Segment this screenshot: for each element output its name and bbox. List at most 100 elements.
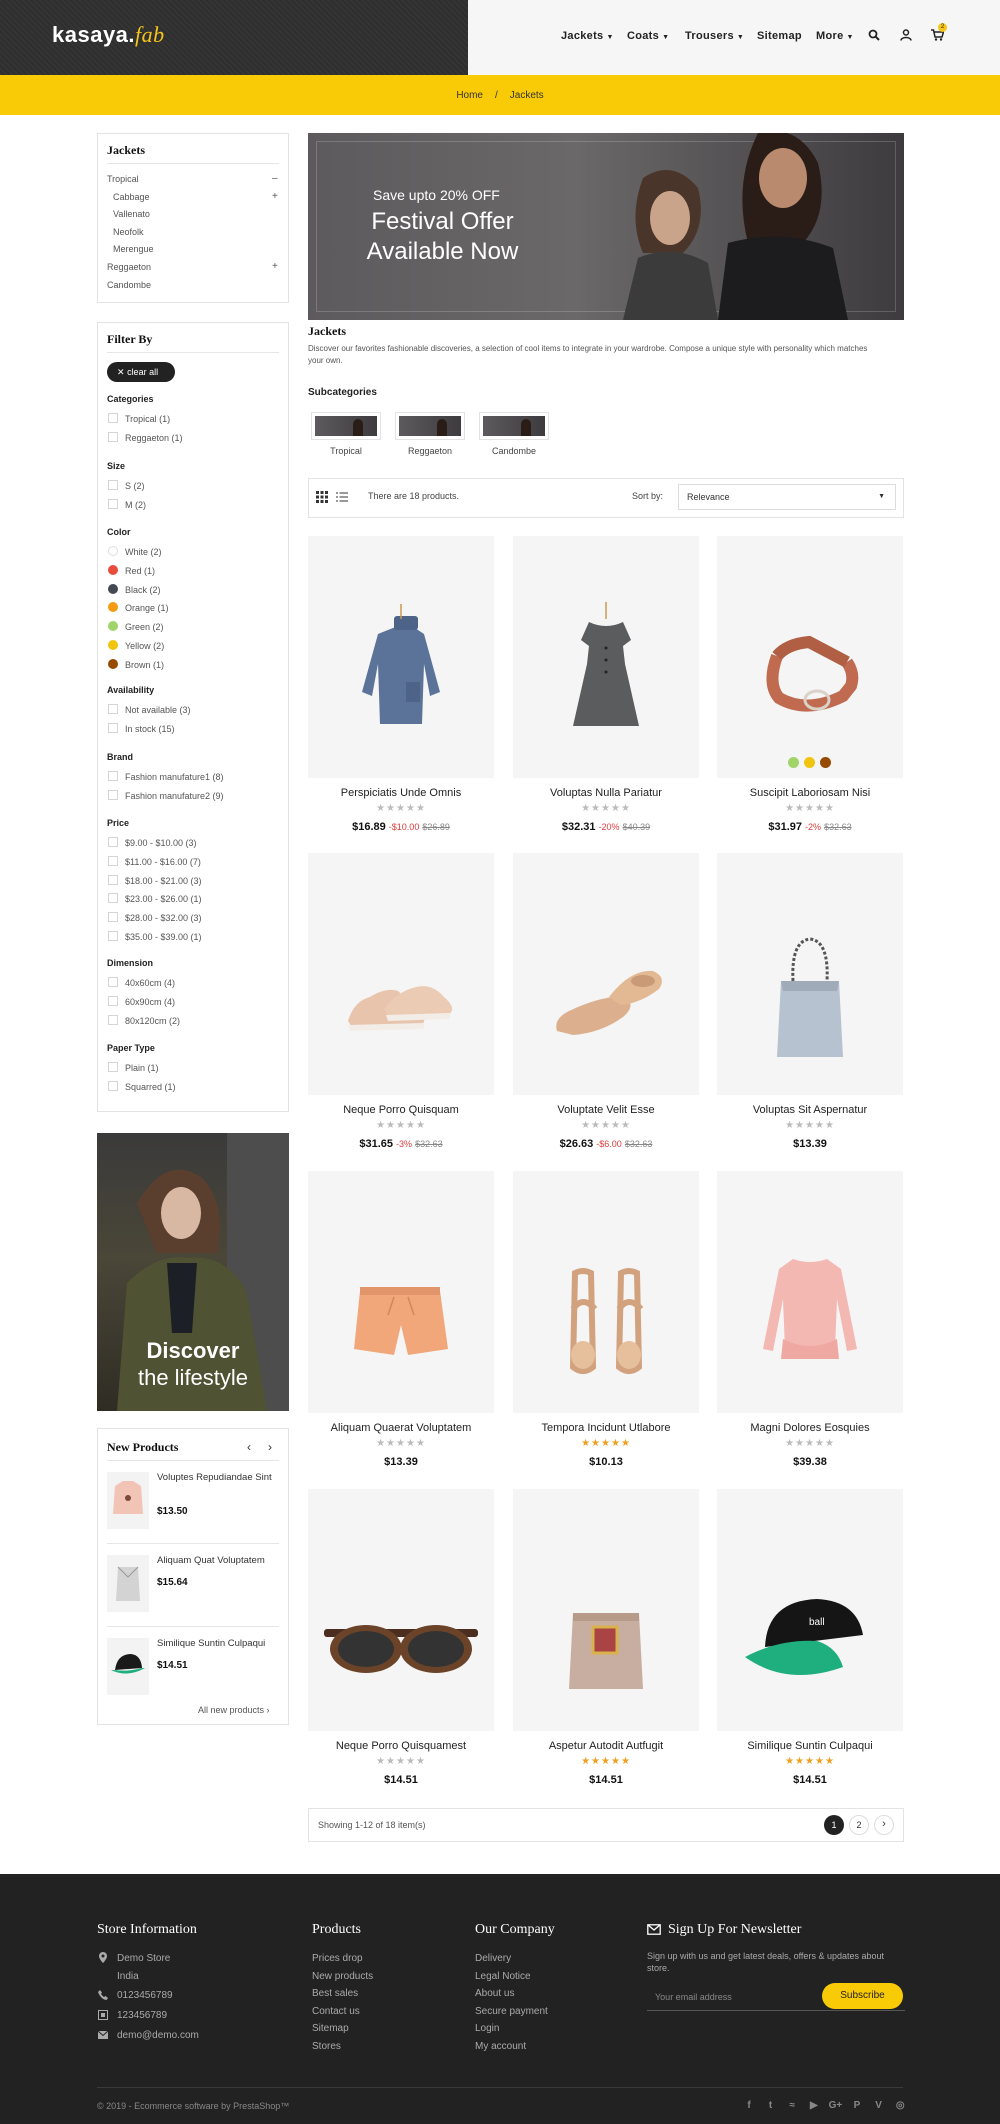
filter-option-label[interactable]: Orange (1) [125,603,169,613]
filter-checkbox[interactable] [108,977,118,987]
footer-company-link[interactable]: Login [475,2023,499,2034]
new-product-thumbnail[interactable] [107,1638,149,1695]
product-name[interactable]: Voluptas Nulla Pariatur [513,787,699,799]
footer-product-link[interactable]: New products [312,1971,373,1982]
nav-jackets[interactable]: Jackets ▼ [561,30,614,42]
color-swatch[interactable] [108,583,118,594]
product-name[interactable]: Perspiciatis Unde Omnis [308,787,494,799]
subcategory-label[interactable]: Candombe [479,446,549,456]
filter-option-label[interactable]: Squarred (1) [125,1082,176,1092]
color-swatch[interactable] [820,757,831,768]
filter-checkbox[interactable] [108,931,118,941]
filter-checkbox[interactable] [108,855,118,866]
filter-option-label[interactable]: Black (2) [125,585,161,595]
subcategory-thumbnail[interactable] [479,412,549,440]
filter-option-label[interactable]: $28.00 - $32.00 (3) [125,913,202,923]
category-link[interactable]: Tropical [107,174,139,184]
subscribe-button[interactable]: Subscribe [822,1983,903,2009]
expand-icon[interactable]: + [272,191,278,202]
filter-option-label[interactable]: $9.00 - $10.00 (3) [125,838,197,848]
category-link[interactable]: Neofolk [113,227,144,237]
product-image[interactable] [513,536,699,778]
filter-checkbox[interactable] [108,771,118,781]
product-image[interactable] [513,1171,699,1413]
new-product-thumbnail[interactable] [107,1555,149,1612]
filter-checkbox[interactable] [108,722,118,733]
filter-checkbox[interactable] [108,789,118,800]
next-page-button[interactable]: › [874,1815,894,1835]
product-image[interactable] [308,1171,494,1413]
footer-product-link[interactable]: Best sales [312,1988,358,1999]
footer-company-link[interactable]: Delivery [475,1953,511,1964]
filter-option-label[interactable]: Green (2) [125,622,164,632]
filter-checkbox[interactable] [108,1080,118,1091]
filter-option-label[interactable]: $18.00 - $21.00 (3) [125,876,202,886]
pinterest-icon[interactable]: P [849,2100,865,2111]
filter-option-label[interactable]: $11.00 - $16.00 (7) [125,857,201,867]
grid-view-icon[interactable] [316,491,328,506]
filter-checkbox[interactable] [108,1062,118,1072]
subcategory-thumbnail[interactable] [395,412,465,440]
category-link[interactable]: Candombe [107,280,151,290]
product-image[interactable] [308,853,494,1095]
new-product-thumbnail[interactable] [107,1472,149,1529]
color-swatch[interactable] [108,640,118,650]
filter-checkbox[interactable] [108,995,118,1006]
subcategory-thumbnail[interactable] [311,412,381,440]
footer-company-link[interactable]: Legal Notice [475,1971,531,1982]
footer-company-link[interactable]: My account [475,2041,526,2052]
clear-all-button[interactable]: ✕ clear all [107,362,175,382]
footer-company-link[interactable]: About us [475,1988,514,1999]
product-image[interactable] [308,1489,494,1731]
subcategory-label[interactable]: Tropical [311,446,381,456]
filter-checkbox[interactable] [108,498,118,509]
filter-option-label[interactable]: Brown (1) [125,660,164,670]
subcategory-label[interactable]: Reggaeton [395,446,465,456]
filter-checkbox[interactable] [108,431,118,442]
nav-sitemap[interactable]: Sitemap [757,30,802,42]
product-name[interactable]: Magni Dolores Eosquies [717,1422,903,1434]
filter-option-label[interactable]: Plain (1) [125,1063,159,1073]
collapse-icon[interactable]: – [272,173,278,184]
filter-checkbox[interactable] [108,874,118,885]
category-link[interactable]: Reggaeton [107,262,151,272]
filter-option-label[interactable]: 40x60cm (4) [125,978,175,988]
nav-more[interactable]: More ▼ [816,30,854,42]
product-image[interactable] [513,1489,699,1731]
new-product-name[interactable]: Aliquam Quat Voluptatem [157,1555,282,1567]
color-swatch[interactable] [108,658,118,669]
new-product-name[interactable]: Similique Suntin Culpaqui [157,1638,282,1650]
filter-option-label[interactable]: Yellow (2) [125,641,164,651]
sort-select[interactable]: Relevance ▼ [678,484,896,510]
color-swatch[interactable] [108,546,118,556]
filter-option-label[interactable]: White (2) [125,547,162,557]
filter-checkbox[interactable] [108,837,118,847]
filter-option-label[interactable]: 60x90cm (4) [125,997,175,1007]
color-swatch[interactable] [788,757,799,768]
breadcrumb-home[interactable]: Home [456,90,483,101]
footer-product-link[interactable]: Stores [312,2041,341,2052]
product-image[interactable] [513,853,699,1095]
filter-checkbox[interactable] [108,893,118,904]
color-swatch[interactable] [804,757,815,768]
page-1-button[interactable]: 1 [824,1815,844,1835]
nav-coats[interactable]: Coats ▼ [627,30,669,42]
product-name[interactable]: Aliquam Quaerat Voluptatem [308,1422,494,1434]
product-name[interactable]: Voluptas Sit Aspernatur [717,1104,903,1116]
filter-option-label[interactable]: $23.00 - $26.00 (1) [125,894,202,904]
product-image[interactable] [308,536,494,778]
product-name[interactable]: Aspetur Autodit Autfugit [513,1740,699,1752]
filter-option-label[interactable]: In stock (15) [125,724,175,734]
youtube-icon[interactable]: ▶ [806,2100,822,2111]
product-image[interactable] [717,536,903,778]
all-new-products-link[interactable]: All new products › [198,1705,270,1715]
filter-option-label[interactable]: S (2) [125,481,145,491]
product-name[interactable]: Neque Porro Quisquamest [308,1740,494,1752]
page-2-button[interactable]: 2 [849,1815,869,1835]
filter-checkbox[interactable] [108,413,118,423]
promo-banner[interactable]: Discover the lifestyle [97,1133,289,1411]
product-name[interactable]: Voluptate Velit Esse [513,1104,699,1116]
chevron-left-icon[interactable]: ‹ [247,1440,251,1454]
google-plus-icon[interactable]: G+ [827,2100,843,2111]
filter-checkbox[interactable] [108,704,118,714]
